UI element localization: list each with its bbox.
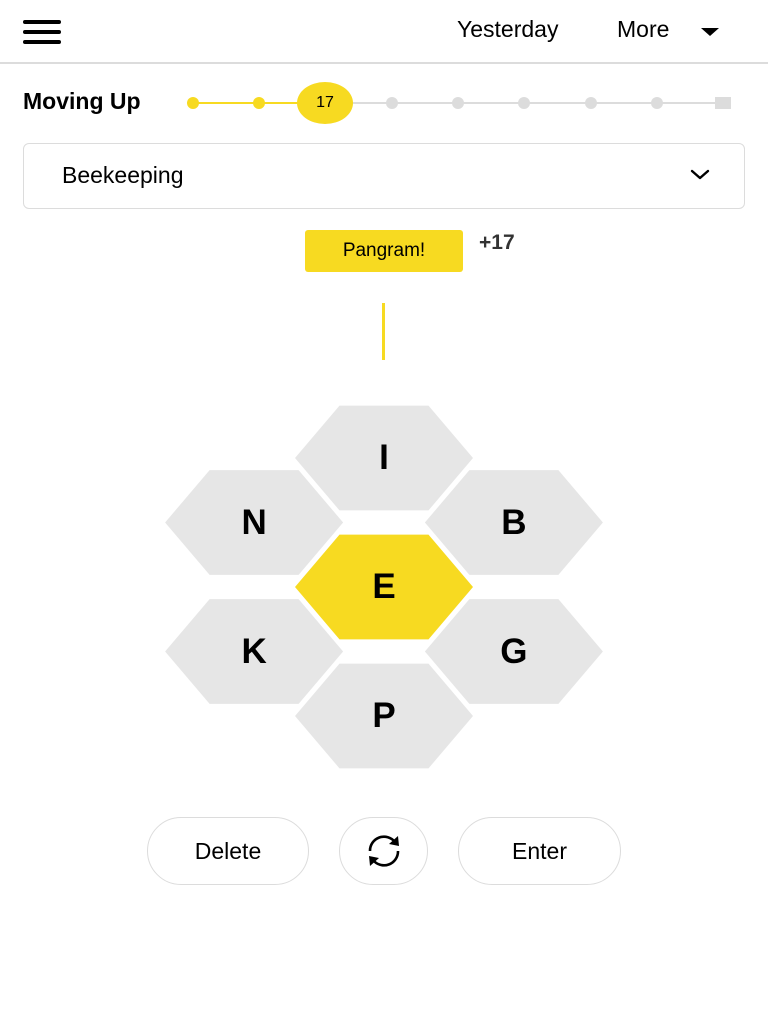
hive-outer-cell[interactable] bbox=[165, 599, 344, 704]
hive-outer-cell[interactable] bbox=[295, 663, 473, 769]
hive-center-cell[interactable] bbox=[295, 534, 473, 640]
hive-outer-cell[interactable] bbox=[424, 599, 603, 704]
enter-button[interactable]: Enter bbox=[458, 817, 621, 885]
hive-outer-cell[interactable] bbox=[295, 405, 473, 511]
shuffle-button[interactable] bbox=[339, 817, 428, 885]
shuffle-icon bbox=[368, 835, 399, 867]
hive-outer-cell[interactable] bbox=[165, 470, 344, 575]
hive-outer-cell[interactable] bbox=[424, 470, 603, 575]
delete-button[interactable]: Delete bbox=[147, 817, 309, 885]
spelling-bee-page: Yesterday More Moving Up 17 Beekeeping P… bbox=[0, 0, 768, 1024]
